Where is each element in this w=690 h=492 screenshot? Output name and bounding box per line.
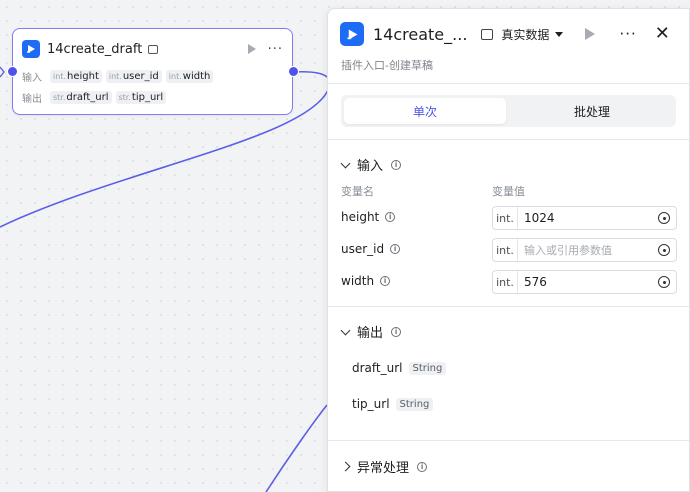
node-output-label: 输出 [22, 94, 42, 105]
template-icon [148, 44, 159, 54]
output-row: draft_url String [352, 361, 447, 375]
variable-name: width i [341, 274, 391, 288]
node-title: 14create_draft [47, 41, 143, 57]
run-mode-tabs: 单次 批处理 [341, 95, 676, 127]
output-section-title: 输出 [357, 326, 384, 341]
output-name: tip_url [352, 397, 390, 411]
variable-label: user_id [341, 242, 385, 256]
node-output-port[interactable] [288, 66, 299, 77]
error-section-title: 异常处理 [357, 461, 410, 476]
node-input-port[interactable] [7, 66, 18, 77]
output-name: draft_url [352, 361, 403, 375]
error-section-header[interactable]: 异常处理 i [340, 457, 428, 476]
divider [328, 139, 689, 140]
connection-edge [265, 404, 328, 492]
data-mode-label: 真实数据 [501, 27, 550, 42]
input-section-title: 输入 [357, 159, 384, 174]
divider [328, 306, 689, 307]
reference-variable-icon[interactable] [658, 212, 670, 224]
output-type-badge: String [395, 397, 434, 411]
node-input-param: int. width [165, 70, 214, 83]
width-value-field[interactable]: int. 576 [492, 270, 677, 294]
panel-header: 14create_... 真实数据 ··· ✕ [340, 21, 677, 47]
divider [328, 83, 689, 84]
output-type-badge: String [408, 361, 447, 375]
variable-name: height i [341, 210, 396, 224]
node-header: 14create_draft ··· [22, 38, 283, 60]
node-input-param: int. height [50, 70, 102, 83]
node-output-param: str. draft_url [50, 91, 112, 104]
data-mode-dropdown[interactable]: 真实数据 [501, 26, 564, 43]
close-icon[interactable]: ✕ [655, 25, 670, 43]
reference-variable-icon[interactable] [658, 276, 670, 288]
value-placeholder[interactable]: 输入或引用参数值 [524, 242, 658, 258]
node-detail-panel: 14create_... 真实数据 ··· ✕ 插件入口-创建草稿 单次 批处理… [327, 8, 690, 492]
output-row: tip_url String [352, 397, 434, 411]
chevron-right-icon [340, 461, 351, 472]
value-text[interactable]: 576 [524, 275, 658, 289]
input-section-header[interactable]: 输入 i [340, 155, 402, 174]
more-icon[interactable]: ··· [268, 42, 283, 57]
node-inputs-row: 输入 int. height int. user_id int. width [22, 69, 214, 84]
column-header-name: 变量名 [341, 185, 374, 198]
chevron-down-icon [340, 158, 351, 168]
output-section-header[interactable]: 输出 i [340, 322, 402, 341]
type-label: int. [493, 239, 518, 261]
chevron-down-icon [340, 325, 351, 335]
variable-label: height [341, 210, 380, 224]
value-text[interactable]: 1024 [524, 211, 658, 225]
panel-description: 插件入口-创建草稿 [341, 59, 433, 72]
node-input-label: 输入 [22, 73, 42, 84]
node-output-param: str. tip_url [115, 91, 167, 104]
info-icon[interactable]: i [385, 212, 396, 222]
height-value-field[interactable]: int. 1024 [492, 206, 677, 230]
variable-name: user_id i [341, 242, 401, 256]
run-icon[interactable] [585, 28, 596, 40]
info-icon[interactable]: i [391, 326, 402, 337]
node-outputs-row: 输出 str. draft_url str. tip_url [22, 90, 167, 105]
info-icon[interactable]: i [390, 244, 401, 254]
connection-edge [0, 66, 5, 78]
reference-variable-icon[interactable] [658, 244, 670, 256]
info-icon[interactable]: i [417, 461, 428, 472]
more-icon[interactable]: ··· [619, 25, 636, 43]
divider [328, 440, 689, 441]
type-label: int. [493, 207, 518, 229]
tab-batch[interactable]: 批处理 [511, 98, 673, 124]
panel-title[interactable]: 14create_... [373, 25, 467, 44]
info-icon[interactable]: i [391, 159, 402, 170]
column-header-value: 变量值 [492, 185, 525, 198]
variable-label: width [341, 274, 375, 288]
plugin-logo-icon [22, 40, 40, 58]
node-input-param: int. user_id [105, 70, 162, 83]
tab-single[interactable]: 单次 [344, 98, 506, 124]
user-id-value-field[interactable]: int. 输入或引用参数值 [492, 238, 677, 262]
info-icon[interactable]: i [380, 276, 391, 286]
type-label: int. [493, 271, 518, 293]
plugin-logo-icon [340, 22, 364, 46]
run-node-icon[interactable] [247, 44, 256, 54]
plugin-node[interactable]: 14create_draft ··· 输入 int. height int. use… [12, 28, 293, 115]
template-icon [481, 28, 494, 40]
caret-down-icon [555, 31, 564, 37]
